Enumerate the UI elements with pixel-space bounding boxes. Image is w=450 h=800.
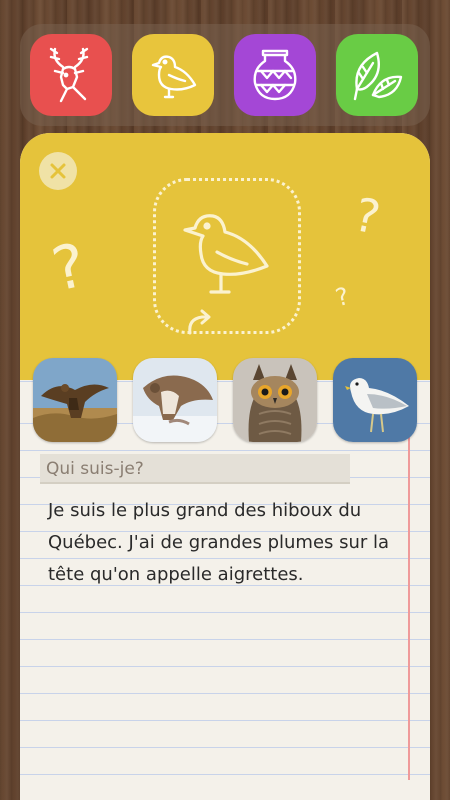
choice-hawk-photo[interactable] — [133, 358, 217, 442]
eagle-image — [33, 358, 117, 442]
hawk-image — [133, 358, 217, 442]
quiz-card: ? ? ? Qui suis-je? Je suis le plus grand… — [20, 133, 430, 800]
question-title: Qui suis-je? — [40, 454, 350, 484]
category-mammals-button[interactable] — [30, 34, 112, 116]
category-bar — [20, 24, 430, 126]
gull-image — [333, 358, 417, 442]
category-artifacts-button[interactable] — [234, 34, 316, 116]
leaf-icon — [353, 51, 403, 101]
refresh-icon[interactable] — [180, 305, 220, 345]
choice-gull-photo[interactable] — [333, 358, 417, 442]
clue-text: Je suis le plus grand des hiboux du Québ… — [48, 500, 390, 585]
close-button[interactable] — [39, 152, 77, 190]
choice-owl-photo[interactable] — [233, 358, 317, 442]
deer-icon — [49, 47, 89, 103]
paper-margin-line — [408, 380, 410, 780]
close-icon — [50, 163, 66, 179]
pottery-icon — [253, 49, 297, 101]
category-plants-button[interactable] — [336, 34, 418, 116]
owl-image — [233, 358, 317, 442]
choice-eagle-photo[interactable] — [33, 358, 117, 442]
mystery-bird-icon — [183, 214, 269, 294]
category-birds-button[interactable] — [132, 34, 214, 116]
bird-icon — [151, 55, 197, 99]
